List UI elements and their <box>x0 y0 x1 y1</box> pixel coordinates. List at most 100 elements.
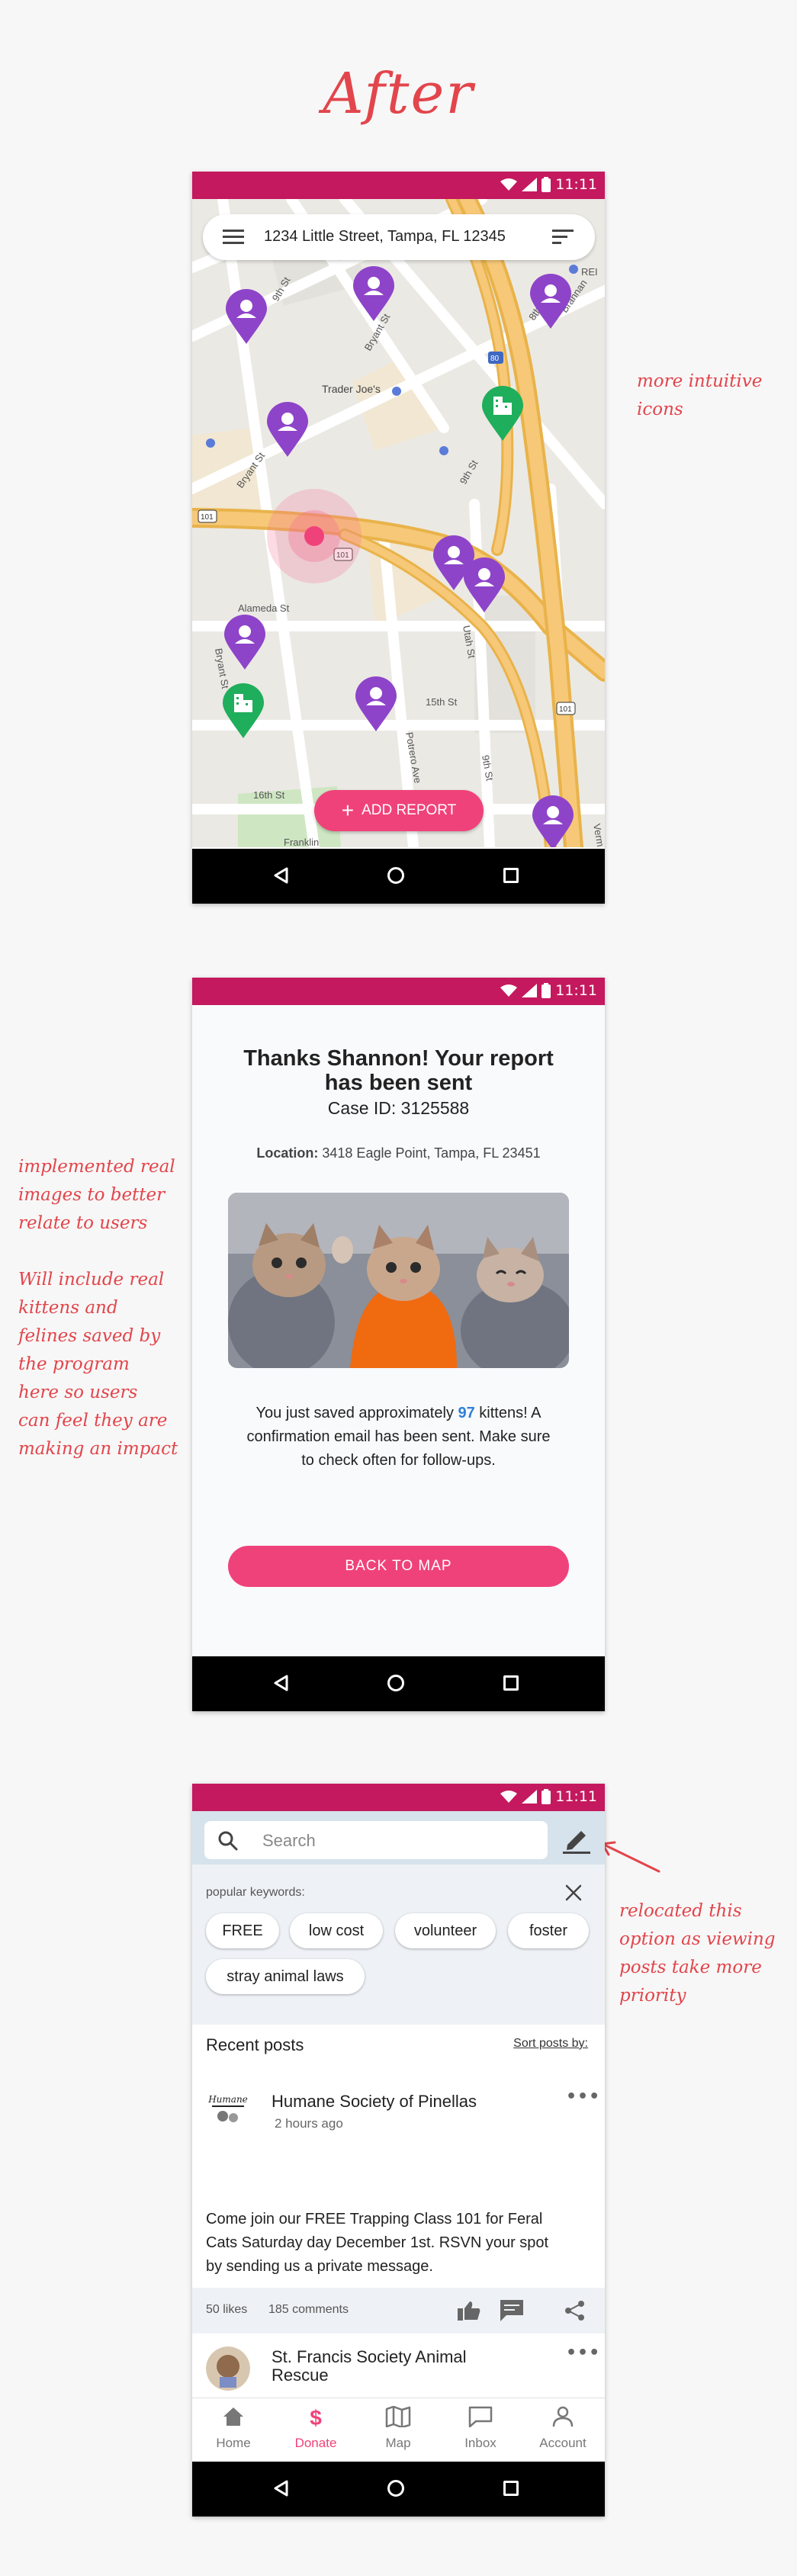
add-report-button[interactable]: + ADD REPORT <box>314 790 484 831</box>
status-bar: 11:11 <box>192 1784 605 1811</box>
report-pin-icon[interactable] <box>224 615 265 670</box>
relocate-note: relocated this option as viewing posts t… <box>619 1897 776 2010</box>
note-line: making an impact <box>18 1439 178 1459</box>
note-line: more intuitive <box>637 371 763 391</box>
shelter-pin-icon[interactable] <box>482 386 523 441</box>
back-to-map-button[interactable]: BACK TO MAP <box>228 1546 569 1587</box>
tab-label: Account <box>539 2436 587 2450</box>
home-nav-icon[interactable] <box>387 2480 404 2497</box>
map-note: more intuitive icons <box>637 368 762 424</box>
note-spacer <box>18 1238 178 1266</box>
bottom-tab-bar: Home $ Donate Map Inbox Account <box>192 2398 605 2470</box>
home-nav-icon[interactable] <box>387 1675 404 1691</box>
shelter-pin-icon[interactable] <box>223 683 264 738</box>
like-icon[interactable] <box>458 2300 480 2321</box>
filter-icon[interactable] <box>552 230 574 245</box>
signal-icon <box>522 1790 538 1804</box>
saved-count: 97 <box>458 1405 475 1421</box>
sort-posts-link[interactable]: Sort posts by: <box>513 2037 588 2051</box>
tab-label: Map <box>385 2436 411 2450</box>
post-body-line: Cats Saturday day December 1st. RSVN you… <box>206 2234 549 2251</box>
note-line: kittens and <box>18 1298 118 1318</box>
report-pin-icon[interactable] <box>267 402 308 457</box>
org-logo: Humane <box>206 2089 250 2133</box>
note-line: implemented real <box>18 1157 175 1177</box>
map-view[interactable]: 9th St Bryant St 8th St Brannan REI Trad… <box>192 199 605 847</box>
signal-icon <box>522 984 538 997</box>
more-options-icon[interactable]: ••• <box>566 2343 600 2362</box>
note-line: relocated this <box>619 1901 742 1921</box>
case-id: Case ID: 3125588 <box>327 1098 470 1118</box>
note-line: here so users <box>18 1383 138 1402</box>
android-nav-bar <box>192 1656 605 1711</box>
android-nav-bar <box>192 2462 605 2517</box>
add-report-label: ADD REPORT <box>362 802 457 818</box>
menu-icon[interactable] <box>223 230 244 245</box>
post-body: Come join our FREE Trapping Class 101 fo… <box>206 2208 591 2279</box>
images-note: implemented real images to better relate… <box>18 1153 178 1463</box>
note-line: priority <box>619 1986 686 2006</box>
note-line: Will include real <box>18 1270 165 1290</box>
keyword-chip[interactable]: volunteer <box>395 1913 496 1948</box>
likes-count[interactable]: 50 likes <box>206 2303 247 2317</box>
tab-inbox[interactable]: Inbox <box>439 2406 522 2451</box>
keyword-chip[interactable]: stray animal laws <box>206 1959 365 1994</box>
back-icon[interactable] <box>273 867 288 884</box>
tab-donate[interactable]: $ Donate <box>275 2406 357 2451</box>
more-options-icon[interactable]: ••• <box>566 2087 600 2106</box>
report-pin-icon[interactable] <box>530 274 571 329</box>
dollar-icon: $ <box>310 2406 322 2430</box>
android-nav-bar <box>192 849 605 904</box>
tab-home[interactable]: Home <box>192 2406 275 2451</box>
note-line: felines saved by <box>18 1326 161 1346</box>
keyword-chip[interactable]: FREE <box>206 1913 279 1948</box>
map-label-rei: REI <box>581 266 598 278</box>
report-pin-icon[interactable] <box>355 676 397 731</box>
share-icon[interactable] <box>564 2300 586 2321</box>
saved-message: You just saved approximately 97 kittens!… <box>215 1402 582 1473</box>
saved-message-line: confirmation email has been sent. Make s… <box>246 1428 551 1445</box>
search-placeholder: Search <box>262 1831 316 1850</box>
wifi-icon <box>500 1791 518 1803</box>
report-pin-icon[interactable] <box>353 266 394 321</box>
inbox-icon <box>468 2406 493 2428</box>
comment-icon[interactable] <box>500 2300 523 2321</box>
report-location: Location: 3418 Eagle Point, Tampa, FL 23… <box>207 1145 590 1161</box>
tab-map[interactable]: Map <box>357 2405 439 2451</box>
keyword-chip[interactable]: foster <box>508 1913 589 1948</box>
recents-icon[interactable] <box>503 868 519 883</box>
popular-keywords-panel: popular keywords: FREE low cost voluntee… <box>192 1865 605 2025</box>
post-body-line: Come join our FREE Trapping Class 101 fo… <box>206 2211 543 2228</box>
keyword-chip[interactable]: low cost <box>290 1913 383 1948</box>
report-pin-icon[interactable] <box>464 557 505 612</box>
report-pin-icon[interactable] <box>532 795 574 847</box>
community-feed-screen: 11:11 Search popular keywords: FREE low … <box>192 1784 605 2517</box>
signal-icon <box>522 178 538 191</box>
note-line: relate to users <box>18 1213 148 1233</box>
post-author[interactable]: Humane Society of Pinellas <box>272 2092 477 2112</box>
post-author[interactable]: St. Francis Society Animal Rescue <box>272 2348 467 2385</box>
back-icon[interactable] <box>273 1675 288 1691</box>
map-label-franklin: Franklin <box>284 837 319 847</box>
status-time: 11:11 <box>555 176 597 193</box>
note-line: can feel they are <box>18 1411 168 1431</box>
post-author-line: St. Francis Society Animal <box>272 2347 467 2366</box>
comments-count[interactable]: 185 comments <box>268 2303 349 2317</box>
close-icon[interactable] <box>565 1884 582 1901</box>
edit-post-icon[interactable] <box>561 1826 592 1854</box>
search-input[interactable]: Search <box>204 1821 548 1859</box>
battery-icon <box>542 1789 551 1804</box>
search-header: Search <box>192 1811 605 1865</box>
tab-account[interactable]: Account <box>522 2406 604 2451</box>
search-icon <box>218 1831 238 1851</box>
home-nav-icon[interactable] <box>387 867 404 884</box>
recents-icon[interactable] <box>503 2481 519 2496</box>
hwy-101-label: 101 <box>559 705 572 714</box>
org-avatar <box>206 2346 250 2391</box>
page-title: After <box>323 61 474 127</box>
report-pin-icon[interactable] <box>226 289 267 344</box>
map-screen: 11:11 9th St Bryant St 8th Brannan REI T… <box>192 172 605 904</box>
recents-icon[interactable] <box>503 1675 519 1691</box>
back-icon[interactable] <box>273 2480 288 2497</box>
address-search-bar[interactable]: 1234 Little Street, Tampa, FL 12345 <box>203 214 595 260</box>
